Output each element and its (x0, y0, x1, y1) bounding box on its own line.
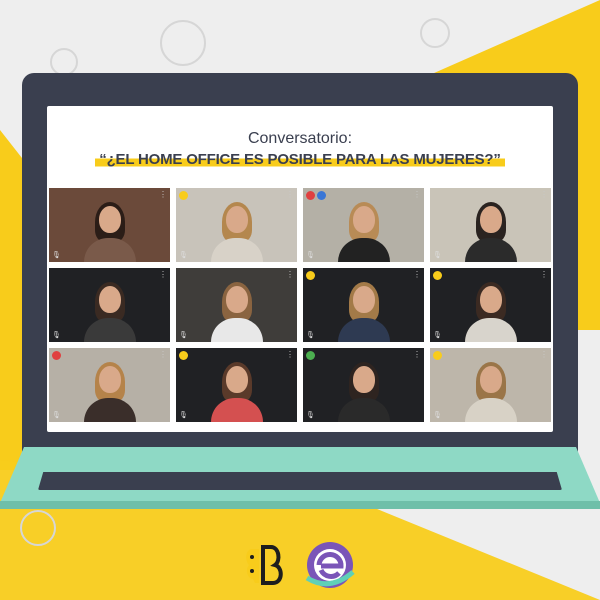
participant-avatar (464, 282, 517, 342)
participant-body (337, 238, 390, 262)
background-doodle-icon (160, 20, 206, 66)
participant-face (352, 366, 375, 393)
participant-face (98, 286, 121, 313)
participant-video-tile[interactable]: ⋮ 🎙 (303, 188, 424, 262)
tile-menu-icon[interactable]: ⋮ (540, 351, 548, 359)
participant-status-badge (306, 271, 315, 280)
participant-video-tile[interactable]: ⋮ 🎙 (176, 188, 297, 262)
tile-menu-icon[interactable]: ⋮ (286, 271, 294, 279)
participant-body (210, 238, 263, 262)
participant-face (352, 286, 375, 313)
participant-body (464, 398, 517, 422)
participant-video-tile[interactable]: ⋮ 🎙 (303, 268, 424, 342)
participant-video-tile[interactable]: ⋮ 🎙 (303, 348, 424, 422)
microphone-icon: 🎙 (433, 412, 442, 419)
microphone-icon: 🎙 (179, 412, 188, 419)
participant-body (83, 238, 136, 262)
participant-status-badge (179, 351, 188, 360)
tile-menu-icon[interactable]: ⋮ (159, 271, 167, 279)
participant-avatar (337, 282, 390, 342)
microphone-icon: 🎙 (306, 412, 315, 419)
participant-avatar (83, 362, 136, 422)
participant-body (464, 238, 517, 262)
participant-avatar (210, 202, 263, 262)
participant-avatar (464, 362, 517, 422)
background-doodle-icon (420, 18, 450, 48)
subtitle-wrap: “¿EL HOME OFFICE ES POSIBLE PARA LAS MUJ… (47, 151, 553, 169)
participant-body (337, 318, 390, 342)
participant-video-tile[interactable]: ⋮ 🎙 (176, 268, 297, 342)
laptop-base (0, 501, 600, 509)
participant-avatar (337, 362, 390, 422)
participant-status-badge (306, 191, 315, 200)
microphone-icon: 🎙 (179, 252, 188, 259)
tile-menu-icon[interactable]: ⋮ (413, 351, 421, 359)
participant-face (352, 206, 375, 233)
tile-menu-icon[interactable]: ⋮ (413, 191, 421, 199)
participant-status-badge (317, 191, 326, 200)
participant-video-tile[interactable]: ⋮ 🎙 (430, 268, 551, 342)
microphone-icon: 🎙 (433, 332, 442, 339)
participant-body (83, 318, 136, 342)
laptop-screen: Conversatorio: “¿EL HOME OFFICE ES POSIB… (47, 106, 553, 432)
participant-status-badge (433, 271, 442, 280)
microphone-icon: 🎙 (52, 332, 61, 339)
participant-status-badge (52, 351, 61, 360)
microphone-icon: 🎙 (306, 252, 315, 259)
participant-face (98, 366, 121, 393)
brain-b-logo-icon (246, 545, 283, 585)
microphone-icon: 🎙 (52, 252, 61, 259)
participant-video-tile[interactable]: ⋮ 🎙 (49, 348, 170, 422)
microphone-icon: 🎙 (52, 412, 61, 419)
participant-face (225, 206, 248, 233)
participant-avatar (83, 282, 136, 342)
participant-status-badge (306, 351, 315, 360)
participant-face (479, 206, 502, 233)
participant-video-tile[interactable]: ⋮ 🎙 (430, 188, 551, 262)
participant-face (98, 206, 121, 233)
tile-menu-icon[interactable]: ⋮ (540, 191, 548, 199)
participant-video-tile[interactable]: ⋮ 🎙 (49, 188, 170, 262)
tile-menu-icon[interactable]: ⋮ (159, 191, 167, 199)
video-call-grid: ⋮ 🎙 ⋮ 🎙 ⋮ 🎙 ⋮ 🎙 ⋮ 🎙 ⋮ 🎙 ⋮ 🎙 ⋮ 🎙 ⋮ 🎙 ⋮ 🎙 ⋮ 🎙 ⋮ 🎙 (49, 188, 551, 422)
laptop-keyboard-slot (38, 472, 562, 490)
participant-body (210, 398, 263, 422)
e-logo-icon (305, 542, 355, 588)
participant-video-tile[interactable]: ⋮ 🎙 (176, 348, 297, 422)
page-title: Conversatorio: (247, 130, 353, 147)
participant-status-badge (433, 351, 442, 360)
participant-video-tile[interactable]: ⋮ 🎙 (49, 268, 170, 342)
microphone-icon: 🎙 (306, 332, 315, 339)
microphone-icon: 🎙 (433, 252, 442, 259)
tile-menu-icon[interactable]: ⋮ (540, 271, 548, 279)
tile-menu-icon[interactable]: ⋮ (286, 351, 294, 359)
participant-avatar (464, 202, 517, 262)
participant-body (464, 318, 517, 342)
tile-menu-icon[interactable]: ⋮ (159, 351, 167, 359)
participant-avatar (210, 282, 263, 342)
tile-menu-icon[interactable]: ⋮ (286, 191, 294, 199)
participant-body (83, 398, 136, 422)
participant-face (225, 286, 248, 313)
tile-menu-icon[interactable]: ⋮ (413, 271, 421, 279)
participant-body (210, 318, 263, 342)
participant-avatar (337, 202, 390, 262)
participant-face (479, 366, 502, 393)
microphone-icon: 🎙 (179, 332, 188, 339)
background-doodle-icon (20, 510, 56, 546)
background-doodle-icon (50, 48, 78, 76)
participant-body (337, 398, 390, 422)
participant-avatar (83, 202, 136, 262)
participant-face (479, 286, 502, 313)
participant-face (225, 366, 248, 393)
page-subtitle: “¿EL HOME OFFICE ES POSIBLE PARA LAS MUJ… (95, 151, 505, 168)
participant-status-badge (179, 191, 188, 200)
participant-video-tile[interactable]: ⋮ 🎙 (430, 348, 551, 422)
participant-avatar (210, 362, 263, 422)
